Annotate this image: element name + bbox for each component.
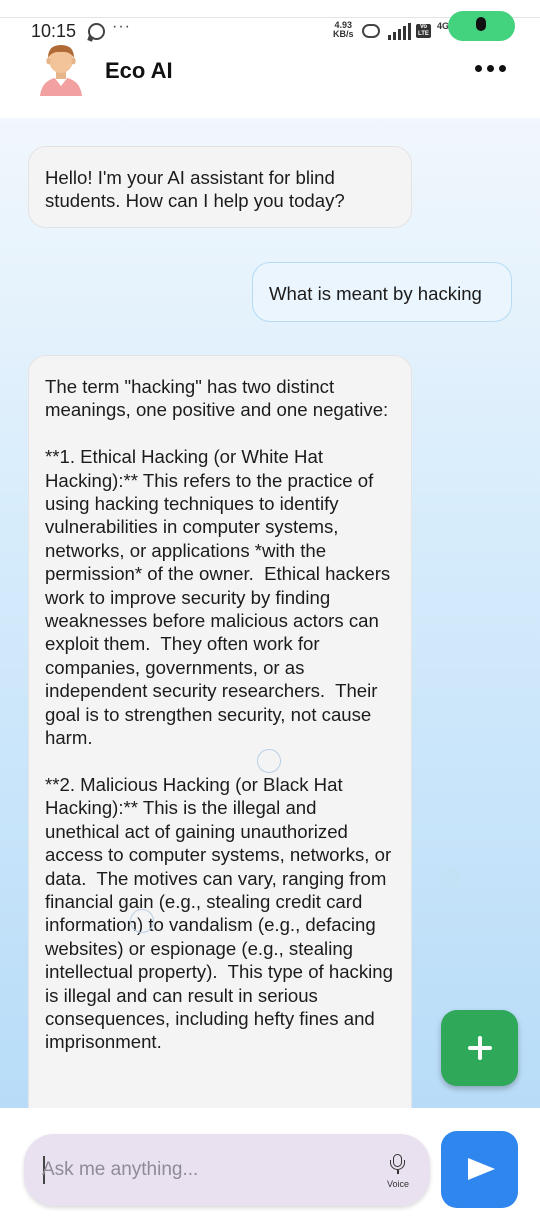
person-avatar-icon: [40, 45, 82, 96]
signal-bar: [398, 29, 401, 40]
mic-in-use-indicator[interactable]: [448, 11, 515, 41]
signal-bar: [408, 23, 411, 40]
volte-badge: Vo LTE: [416, 24, 431, 38]
microphone-base: [397, 1170, 399, 1174]
whatsapp-notification-icon: [88, 23, 105, 40]
background-bubble: [439, 867, 461, 889]
signal-bar: [388, 35, 391, 40]
touch-ripple: [257, 749, 281, 773]
send-button[interactable]: [441, 1131, 518, 1208]
message-input[interactable]: [42, 1152, 362, 1188]
signal-bar: [393, 32, 396, 40]
network-speed-unit: KB/s: [333, 29, 354, 39]
status-time: 10:15: [31, 21, 77, 41]
hotspot-link-icon: [362, 24, 380, 38]
microphone-stand: [390, 1160, 405, 1170]
more-options-button[interactable]: [474, 56, 508, 80]
assistant-message: Hello! I'm your AI assistant for blind s…: [28, 146, 412, 228]
voice-label: Voice: [386, 1179, 410, 1189]
send-icon: [468, 1158, 495, 1180]
signal-strength-icon: [386, 22, 412, 40]
signal-bar: [403, 26, 406, 40]
app-header: Eco AI: [0, 45, 540, 118]
microphone-icon: [476, 17, 486, 31]
more-notifications-icon: ···: [112, 18, 131, 35]
assistant-message: The term "hacking" has two distinct mean…: [28, 355, 412, 1108]
voice-input-button[interactable]: Voice: [380, 1148, 416, 1192]
add-button[interactable]: [441, 1010, 518, 1086]
touch-ripple: [130, 909, 154, 933]
menu-dot: [475, 65, 482, 72]
app-title: Eco AI: [105, 58, 173, 83]
input-bar: Voice: [0, 1108, 540, 1230]
menu-dot: [487, 65, 494, 72]
chat-area[interactable]: Hello! I'm your AI assistant for blind s…: [0, 118, 540, 1108]
user-message: What is meant by hacking: [252, 262, 512, 322]
message-input-container[interactable]: Voice: [24, 1134, 430, 1206]
network-speed: 4.93 KB/s: [333, 21, 354, 39]
menu-dot: [499, 65, 506, 72]
